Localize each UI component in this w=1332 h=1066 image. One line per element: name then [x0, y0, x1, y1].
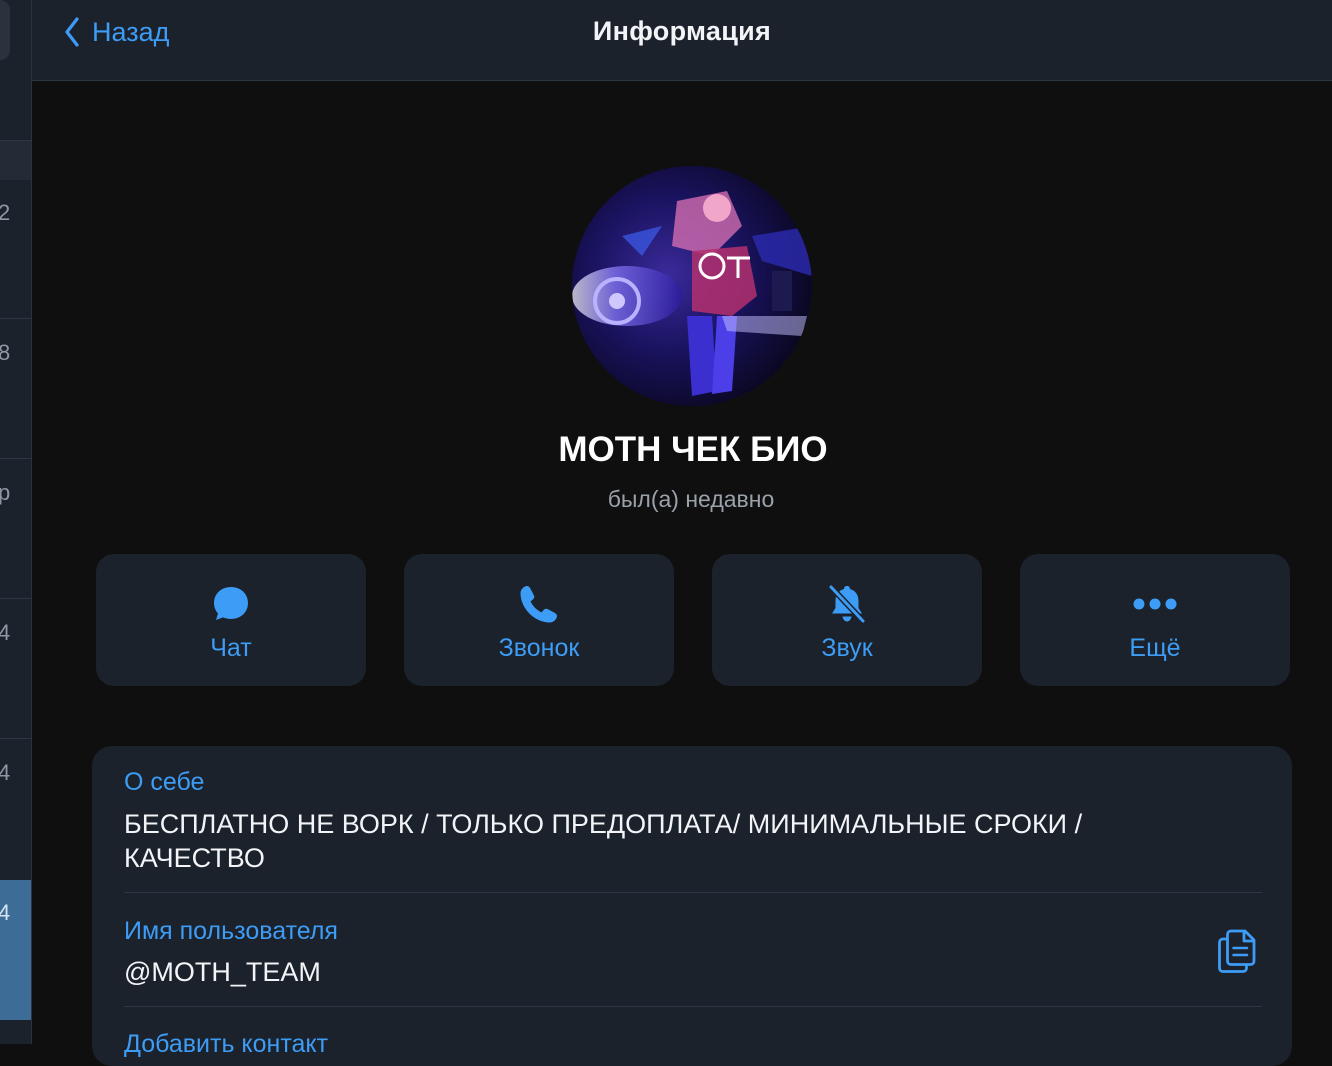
more-button[interactable]: Ещё — [1020, 554, 1290, 686]
divider — [0, 598, 31, 599]
divider — [124, 1006, 1262, 1007]
chat-button[interactable]: Чат — [96, 554, 366, 686]
add-contact-button[interactable]: Добавить контакт — [124, 1030, 328, 1059]
username-value[interactable]: @MOTH_TEAM — [124, 955, 321, 989]
phone-icon — [520, 586, 557, 623]
chat-list-item-digit[interactable]: 4 — [0, 620, 31, 646]
divider — [0, 140, 31, 141]
call-button[interactable]: Звонок — [404, 554, 674, 686]
bio-value[interactable]: БЕСПЛАТНО НЕ ВОРК / ТОЛЬКО ПРЕДОПЛАТА/ М… — [124, 807, 1144, 875]
sound-button[interactable]: Звук — [712, 554, 982, 686]
more-button-label: Ещё — [1129, 634, 1181, 662]
info-card: О себе БЕСПЛАТНО НЕ ВОРК / ТОЛЬКО ПРЕДОП… — [92, 746, 1292, 1066]
chat-list-item-digit[interactable]: 4 — [0, 900, 31, 926]
chat-list-top-button[interactable] — [0, 0, 10, 60]
chat-list-item-digit[interactable]: 2 — [0, 200, 31, 226]
chat-list-item-digit[interactable]: 4 — [0, 760, 31, 786]
divider — [0, 738, 31, 739]
username-label: Имя пользователя — [124, 917, 338, 945]
chat-list-panel: 2 8 р 4 4 4 — [0, 0, 32, 1044]
chat-list-section-band — [0, 140, 31, 180]
chat-bubble-icon — [214, 587, 248, 620]
copy-icon — [1218, 929, 1256, 973]
divider — [0, 318, 31, 319]
last-seen-status: был(а) недавно — [607, 486, 775, 512]
bell-muted-icon — [828, 584, 866, 624]
chat-button-label: Чат — [210, 634, 252, 662]
page-title: Информация — [592, 16, 772, 46]
copy-username-button[interactable] — [1216, 928, 1258, 974]
divider — [124, 892, 1262, 893]
more-dots-icon — [1133, 598, 1177, 610]
avatar[interactable] — [572, 166, 812, 406]
profile-name: MOTH ЧЕК БИО — [558, 430, 828, 469]
bio-label: О себе — [124, 768, 205, 796]
avatar-image — [572, 166, 812, 406]
chat-list-item-digit[interactable]: 8 — [0, 340, 31, 366]
top-bar: Назад Информация — [32, 0, 1332, 81]
sound-button-label: Звук — [821, 634, 873, 662]
call-button-label: Звонок — [498, 634, 580, 662]
